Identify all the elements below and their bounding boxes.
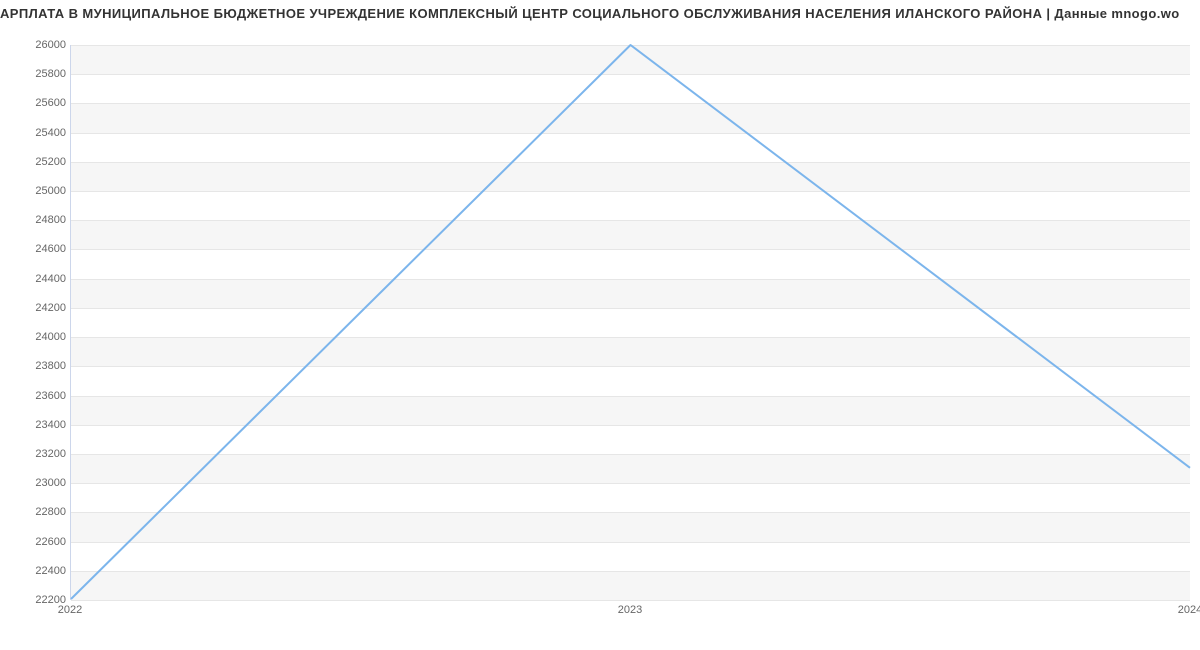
- line-series: [71, 45, 1190, 599]
- y-tick-label: 24400: [6, 273, 66, 285]
- y-tick-label: 26000: [6, 39, 66, 51]
- y-tick-label: 22400: [6, 565, 66, 577]
- y-tick-label: 25600: [6, 97, 66, 109]
- y-tick-label: 24800: [6, 214, 66, 226]
- x-tick-label: 2023: [618, 604, 642, 616]
- y-tick-label: 23600: [6, 390, 66, 402]
- y-tick-label: 24000: [6, 331, 66, 343]
- y-tick-label: 23000: [6, 477, 66, 489]
- y-tick-label: 23400: [6, 419, 66, 431]
- y-tick-label: 22600: [6, 536, 66, 548]
- y-tick-label: 23200: [6, 448, 66, 460]
- y-tick-label: 25400: [6, 127, 66, 139]
- gridline: [71, 600, 1190, 601]
- y-tick-label: 22800: [6, 506, 66, 518]
- x-tick-label: 2022: [58, 604, 82, 616]
- y-tick-label: 25800: [6, 68, 66, 80]
- line-chart: АРПЛАТА В МУНИЦИПАЛЬНОЕ БЮДЖЕТНОЕ УЧРЕЖД…: [0, 0, 1200, 650]
- plot-inner: [70, 45, 1190, 600]
- y-tick-label: 23800: [6, 360, 66, 372]
- x-tick-label: 2024: [1178, 604, 1200, 616]
- y-tick-label: 24200: [6, 302, 66, 314]
- y-tick-label: 24600: [6, 243, 66, 255]
- plot-area: [70, 45, 1190, 600]
- y-tick-label: 25000: [6, 185, 66, 197]
- chart-title: АРПЛАТА В МУНИЦИПАЛЬНОЕ БЮДЖЕТНОЕ УЧРЕЖД…: [0, 6, 1200, 21]
- y-tick-label: 25200: [6, 156, 66, 168]
